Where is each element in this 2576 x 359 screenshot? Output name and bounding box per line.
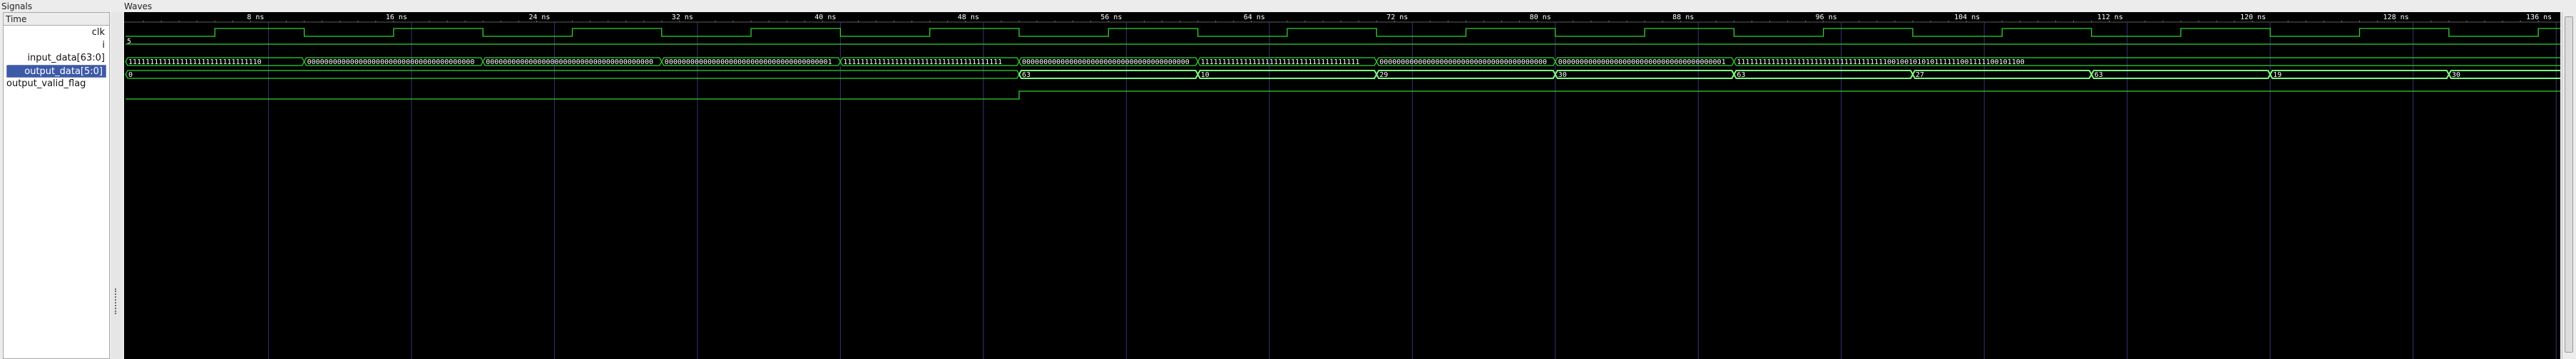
signals-panel[interactable]: Time clk i input_data[63:0] output_data[…	[3, 12, 110, 359]
time-tick-label: 72 ns	[1386, 14, 1408, 21]
output-data-value-label: 63	[1737, 71, 1745, 79]
time-tick-label: 8 ns	[247, 14, 264, 21]
output-data-segment	[1018, 70, 1199, 79]
waves-panel-title: Waves	[124, 1, 153, 11]
time-tick-label: 48 ns	[958, 14, 979, 21]
signal-input-data[interactable]: input_data[63:0]	[4, 52, 108, 65]
time-tick-label: 128 ns	[2383, 14, 2409, 21]
output-data-segment	[2269, 70, 2450, 79]
time-tick-label: 112 ns	[2097, 14, 2123, 21]
output-data-segment	[2448, 70, 2560, 79]
signals-panel-title: Signals	[1, 1, 33, 11]
time-tick-label: 56 ns	[1100, 14, 1122, 21]
time-tick-label: 24 ns	[528, 14, 550, 21]
scrollbar-thumb[interactable]	[2565, 16, 2573, 353]
output-data-segment	[1197, 70, 1378, 79]
input-data-value-label: 1111111111111111111111111111110	[128, 58, 262, 66]
output-valid-flag-waveform	[126, 90, 2560, 100]
signal-clk[interactable]: clk	[4, 26, 108, 39]
output-data-segment	[1376, 70, 1556, 79]
time-tick-label: 40 ns	[814, 14, 836, 21]
output-data-value-label: 63	[1022, 71, 1031, 79]
output-data-value-label: 0	[128, 71, 133, 79]
output-data-value-label: 10	[1201, 71, 1210, 79]
vertical-scrollbar[interactable]	[2562, 12, 2576, 359]
output-data-value-label: 29	[1379, 71, 1388, 79]
output-data-value-label: 30	[1558, 71, 1567, 79]
time-tick-label: 80 ns	[1530, 14, 1551, 21]
output-data-value-label: 63	[2095, 71, 2103, 79]
output-data-segment	[125, 70, 1020, 79]
input-data-value-label: 000000000000000000000000000000000000000	[486, 58, 653, 66]
clk-waveform	[126, 28, 2560, 37]
time-column-header: Time	[4, 13, 109, 26]
input-data-value-label: 000000000000000000000000000000000000000	[1379, 58, 1547, 66]
output-data-segment	[2090, 70, 2271, 79]
time-tick-label: 120 ns	[2240, 14, 2266, 21]
signal-i[interactable]: i	[4, 39, 108, 52]
output-data-segment	[1733, 70, 1914, 79]
waveform-svg: 8 ns 16 ns 24 ns 32 ns 40 ns 48 ns 56 ns 64 ns 7…	[124, 14, 2560, 359]
waveform-canvas[interactable]: 8 ns 16 ns 24 ns 32 ns 40 ns 48 ns 56 ns 64 ns 7…	[124, 12, 2560, 359]
time-tick-label: 136 ns	[2526, 14, 2552, 21]
time-tick-label: 64 ns	[1244, 14, 1265, 21]
time-tick-label: 16 ns	[386, 14, 407, 21]
input-data-value-label: 000000000000000000000000000000000000000	[307, 58, 475, 66]
time-tick-label: 104 ns	[1954, 14, 1980, 21]
input-data-value-label: 000000000000000000000000000000000000000	[1022, 58, 1190, 66]
output-data-value-label: 27	[1916, 71, 1924, 79]
input-data-value-label: 000000000000000000000000000000000000001	[1558, 58, 1726, 66]
splitter-grip-icon[interactable]	[115, 288, 118, 314]
output-data-segment	[1554, 70, 1735, 79]
input-data-value-label: 000000000000000000000000000000000000001	[665, 58, 832, 66]
time-tick-label: 88 ns	[1672, 14, 1694, 21]
input-data-value-label: 1111111111111111111111111111111111100100…	[1737, 58, 2024, 66]
time-tick-label: 32 ns	[672, 14, 693, 21]
signal-output-valid-flag[interactable]: output_valid_flag	[4, 78, 108, 90]
input-data-value-label: 1111111111111111111111111111111111111	[1201, 58, 1360, 66]
time-tick-label: 96 ns	[1816, 14, 1837, 21]
i-value-label: 5	[127, 38, 131, 46]
output-data-segment	[1911, 70, 2092, 79]
signal-output-data[interactable]: output_data[5:0]	[6, 65, 106, 78]
output-data-value-label: 30	[2452, 71, 2460, 79]
input-data-value-label: 1111111111111111111111111111111111111	[843, 58, 1002, 66]
output-data-value-label: 19	[2273, 71, 2281, 79]
